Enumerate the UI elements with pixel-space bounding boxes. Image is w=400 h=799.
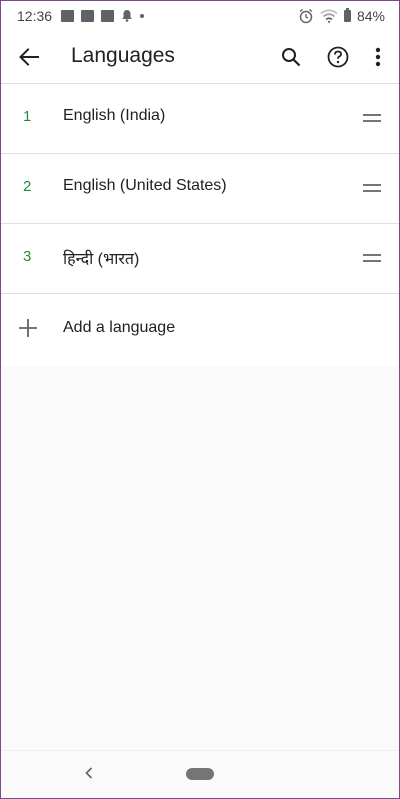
app-notification-icon: [101, 9, 114, 22]
add-language-button[interactable]: Add a language: [1, 294, 399, 366]
drag-handle-icon[interactable]: [363, 181, 381, 195]
drag-handle-icon[interactable]: [363, 111, 381, 125]
status-time: 12:36: [17, 8, 53, 24]
add-language-label: Add a language: [63, 319, 176, 336]
language-row-2[interactable]: 2 English (United States): [1, 154, 399, 224]
nav-back-button[interactable]: [79, 763, 99, 783]
chevron-left-icon: [85, 767, 93, 779]
wifi-icon: [320, 9, 338, 23]
nav-home-pill[interactable]: [186, 768, 214, 780]
drag-handle-icon[interactable]: [363, 251, 381, 265]
back-button[interactable]: [9, 37, 49, 77]
more-notifications-dot-icon: [140, 13, 144, 18]
language-order-number: 3: [23, 248, 32, 265]
status-right: 84%: [298, 8, 385, 24]
language-list: 1 English (India) 2 English (United Stat…: [1, 84, 399, 366]
language-row-3[interactable]: 3 हिन्दी (भारत): [1, 224, 399, 294]
language-order-number: 2: [23, 178, 32, 195]
notification-icons: [61, 9, 144, 22]
language-name: English (United States): [63, 177, 227, 194]
language-order-number: 1: [23, 108, 32, 125]
empty-content-area: [1, 373, 399, 751]
status-bar: 12:36 84%: [1, 1, 399, 31]
system-navigation-bar: [1, 750, 399, 798]
screen: 12:36 84% Languages 1 English (India) 2 …: [0, 0, 400, 799]
more-vertical-icon: [375, 47, 381, 67]
overflow-menu-button[interactable]: [358, 37, 398, 77]
app-bar: Languages: [1, 31, 399, 84]
language-name: English (India): [63, 107, 166, 124]
help-circle-icon: [327, 46, 349, 68]
bell-icon: [122, 10, 132, 22]
search-button[interactable]: [271, 37, 311, 77]
app-notification-icon: [81, 9, 94, 22]
battery-percentage: 84%: [356, 8, 385, 24]
image-notification-icon: [61, 9, 74, 22]
alarm-icon: [299, 8, 313, 24]
plus-icon: [19, 319, 37, 337]
language-name: हिन्दी (भारत): [63, 251, 140, 268]
battery-icon: [343, 8, 351, 22]
arrow-left-icon: [19, 48, 39, 66]
page-title: Languages: [71, 44, 175, 67]
help-button[interactable]: [318, 37, 358, 77]
search-icon: [282, 48, 301, 67]
language-row-1[interactable]: 1 English (India): [1, 84, 399, 154]
